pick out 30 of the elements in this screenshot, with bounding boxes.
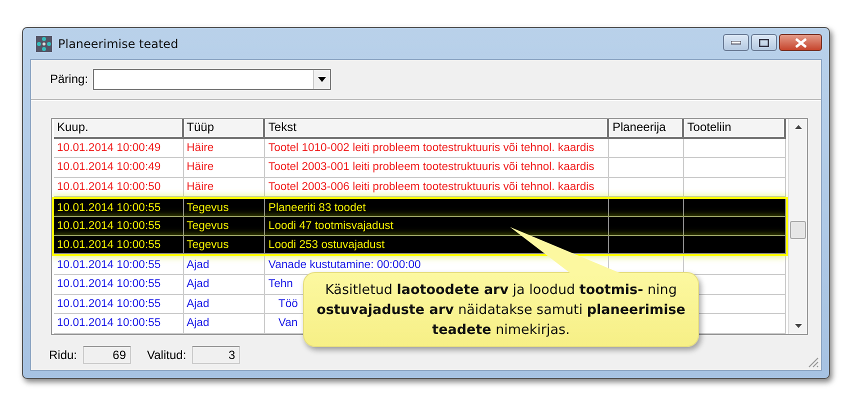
table-cell: Ajad [184, 256, 266, 275]
column-header[interactable]: Kuup. [54, 119, 184, 138]
status-value: 69 [83, 346, 132, 364]
table-cell: 10.01.2014 10:00:55 [54, 236, 184, 254]
table-cell: Tegevus [184, 236, 266, 254]
table-cell: Ajad [184, 314, 266, 334]
table-cell: 10.01.2014 10:00:49 [54, 158, 184, 178]
table-cell: 10.01.2014 10:00:55 [54, 314, 184, 334]
table-cell: 10.01.2014 10:00:55 [54, 256, 184, 275]
status-value: 3 [192, 346, 240, 364]
column-header[interactable]: Planeerija [609, 119, 684, 138]
column-header[interactable]: Tüüp [184, 119, 266, 138]
table-cell: 10.01.2014 10:00:49 [54, 138, 184, 158]
table-cell: Ajad [184, 294, 266, 314]
query-label: Päring: [50, 72, 88, 86]
table-cell: Tootel 1010-002 leiti probleem tootestruktuuris või tehnol. kaardis [265, 138, 610, 158]
column-header[interactable]: Tekst [265, 119, 610, 138]
column-header[interactable]: Tooteliin [684, 119, 786, 138]
highlighted-row[interactable]: 10.01.2014 10:00:55 Tegevus Planeeriti 83 toodet [52, 197, 788, 216]
status-label: Valitud: [147, 348, 186, 362]
status-label: Ridu: [49, 348, 78, 362]
table-cell: Häire [184, 158, 266, 178]
highlighted-row[interactable]: 10.01.2014 10:00:55 Tegevus Loodi 47 tootmisvajadust [52, 216, 788, 236]
highlighted-row[interactable]: 10.01.2014 10:00:55 Tegevus Loodi 253 ostuvajadust [52, 236, 788, 256]
window-title: Planeerimise teated [58, 36, 178, 50]
table-cell: Häire [184, 138, 266, 158]
table-cell: Ajad [184, 275, 266, 294]
table-cell: Tootel 2003-001 leiti probleem tootestruktuuris või tehnol. kaardis [265, 158, 610, 178]
table-cell: 10.01.2014 10:00:55 [54, 275, 184, 294]
table-cell: 10.01.2014 10:00:55 [54, 294, 184, 314]
